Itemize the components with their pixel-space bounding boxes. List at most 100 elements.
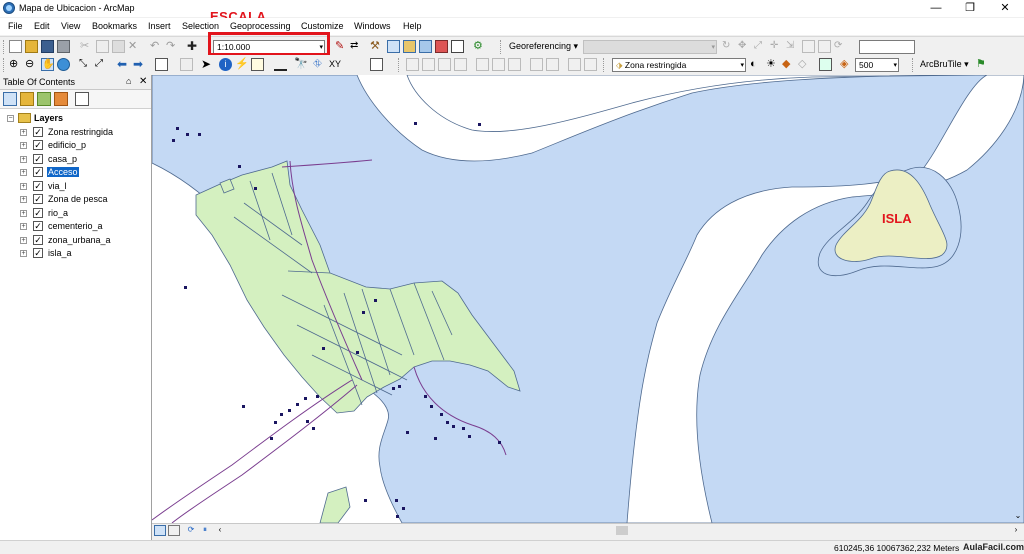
maximize-button[interactable]: ❐: [953, 0, 987, 17]
add-data-icon[interactable]: ✚: [187, 40, 200, 53]
copy-icon[interactable]: [96, 40, 109, 53]
layer-visibility-checkbox[interactable]: ✓: [33, 167, 43, 177]
menu-view[interactable]: View: [61, 21, 80, 31]
layer-row[interactable]: + ✓ via_l: [0, 180, 151, 193]
expand-icon[interactable]: +: [20, 209, 27, 217]
swipe-icon[interactable]: ◇: [798, 58, 811, 71]
arctoolbox-window-icon[interactable]: [435, 40, 448, 53]
zoom-out-icon[interactable]: ⊖: [25, 58, 38, 71]
draw-tool-icon[interactable]: [568, 58, 581, 71]
toolbar-grip[interactable]: [3, 40, 7, 54]
scroll-left-icon[interactable]: ‹: [214, 525, 226, 536]
expand-icon[interactable]: +: [20, 128, 27, 136]
refresh-icon[interactable]: ⟳: [834, 40, 847, 53]
collapse-icon[interactable]: −: [7, 115, 14, 122]
full-extent-globe-icon[interactable]: [57, 58, 70, 71]
refresh-view-icon[interactable]: ⟳: [185, 525, 197, 536]
layer-visibility-checkbox[interactable]: ✓: [33, 140, 43, 150]
rotate-icon[interactable]: ↻: [722, 40, 735, 53]
select-elements-arrow-icon[interactable]: ➤: [201, 58, 214, 71]
draw-tool-icon[interactable]: [584, 58, 597, 71]
arctoolbox-hammer-icon[interactable]: ⚒: [370, 40, 383, 53]
draw-tool-icon[interactable]: [406, 58, 419, 71]
menu-help[interactable]: Help: [403, 21, 422, 31]
expand-icon[interactable]: +: [20, 155, 27, 163]
view-links-icon[interactable]: [818, 40, 831, 53]
menu-file[interactable]: File: [8, 21, 23, 31]
layer-name[interactable]: Acceso: [47, 167, 79, 177]
layer-visibility-checkbox[interactable]: ✓: [33, 248, 43, 258]
menu-insert[interactable]: Insert: [148, 21, 171, 31]
find-route-icon[interactable]: ⛗: [313, 58, 326, 71]
expand-icon[interactable]: +: [20, 196, 27, 203]
toolbar-grip[interactable]: [398, 58, 402, 72]
shift-icon[interactable]: ✥: [738, 40, 751, 53]
menu-customize[interactable]: Customize: [301, 21, 344, 31]
layer-visibility-checkbox[interactable]: ✓: [33, 153, 43, 164]
fixed-zoom-out-icon[interactable]: ⤢: [95, 58, 108, 71]
opacity-icon[interactable]: ◈: [840, 58, 853, 71]
menu-selection[interactable]: Selection: [182, 21, 219, 31]
layer-row[interactable]: + ✓ edificio_p: [0, 139, 151, 152]
layer-row[interactable]: + ✓ Acceso: [0, 166, 151, 179]
menu-windows[interactable]: Windows: [354, 21, 391, 31]
draw-tool-icon[interactable]: [546, 58, 559, 71]
draw-tool-icon[interactable]: [508, 58, 521, 71]
back-arrow-icon[interactable]: ⬅: [117, 58, 130, 71]
select-features-icon[interactable]: [155, 58, 168, 71]
layout-view-icon[interactable]: [168, 525, 180, 536]
xy-icon[interactable]: ⇄: [350, 40, 363, 53]
modelbuilder-icon[interactable]: ⚙: [473, 40, 486, 53]
layer-name[interactable]: casa_p: [47, 154, 78, 164]
map-view[interactable]: ISLA: [152, 75, 1024, 523]
layer-row[interactable]: + ✓ cementerio_a: [0, 220, 151, 233]
transparency-icon[interactable]: ◆: [782, 58, 795, 71]
layers-group-row[interactable]: − Layers: [0, 112, 151, 125]
toc-options-icon[interactable]: [75, 92, 89, 106]
georef-layer-combo[interactable]: ▾: [583, 40, 717, 54]
menu-edit[interactable]: Edit: [34, 21, 50, 31]
clear-selection-icon[interactable]: [180, 58, 193, 71]
measure-icon[interactable]: [274, 58, 287, 71]
toc-close-button[interactable]: ✕: [139, 76, 147, 87]
go-to-xy-icon[interactable]: XY: [329, 58, 342, 71]
expand-icon[interactable]: +: [20, 142, 27, 149]
auto-adjust-icon[interactable]: ⇲: [786, 40, 799, 53]
delete-icon[interactable]: ✕: [128, 40, 141, 53]
python-window-icon[interactable]: [451, 40, 464, 53]
html-popup-icon[interactable]: [251, 58, 264, 71]
pin-icon[interactable]: ⌂: [126, 76, 131, 86]
layer-name[interactable]: zona_urbana_a: [47, 235, 112, 245]
toolbar-grip[interactable]: [3, 58, 7, 72]
toolbar-grip[interactable]: [500, 40, 504, 54]
draw-tool-icon[interactable]: [476, 58, 489, 71]
map-canvas[interactable]: [152, 75, 1024, 523]
cut-icon[interactable]: ✂: [80, 40, 93, 53]
brightness-icon[interactable]: ☀: [766, 58, 779, 71]
georef-input-field[interactable]: [859, 40, 915, 54]
pan-hand-icon[interactable]: ✋: [41, 58, 54, 71]
scroll-down-icon[interactable]: ⌄: [1012, 511, 1024, 522]
fixed-zoom-in-icon[interactable]: ⤡: [79, 58, 92, 71]
layer-visibility-checkbox[interactable]: ✓: [33, 194, 43, 204]
layer-name[interactable]: isla_a: [47, 248, 73, 258]
link-table-icon[interactable]: [802, 40, 815, 53]
effects-layer-combo[interactable]: ⬗ Zona restringida ▾: [612, 58, 746, 72]
pause-drawing-icon[interactable]: ⏸: [199, 525, 211, 536]
minimize-button[interactable]: —: [919, 0, 953, 17]
zoom-in-icon[interactable]: ⊕: [9, 58, 22, 71]
layer-row[interactable]: + ✓ rio_a: [0, 207, 151, 220]
draw-tool-icon[interactable]: [454, 58, 467, 71]
draw-tool-icon[interactable]: [530, 58, 543, 71]
layer-row[interactable]: + ✓ casa_p: [0, 153, 151, 166]
horizontal-scrollbar-thumb[interactable]: [616, 526, 628, 535]
print-icon[interactable]: [57, 40, 70, 53]
layer-name[interactable]: rio_a: [47, 208, 69, 218]
time-slider-icon[interactable]: [370, 58, 383, 71]
layer-name[interactable]: edificio_p: [47, 140, 87, 150]
add-control-points-icon[interactable]: ✛: [770, 40, 783, 53]
catalog-window-icon[interactable]: [403, 40, 416, 53]
layer-name[interactable]: Zona de pesca: [47, 194, 109, 204]
draw-tool-icon[interactable]: [422, 58, 435, 71]
scroll-right-icon[interactable]: ›: [1010, 525, 1022, 536]
